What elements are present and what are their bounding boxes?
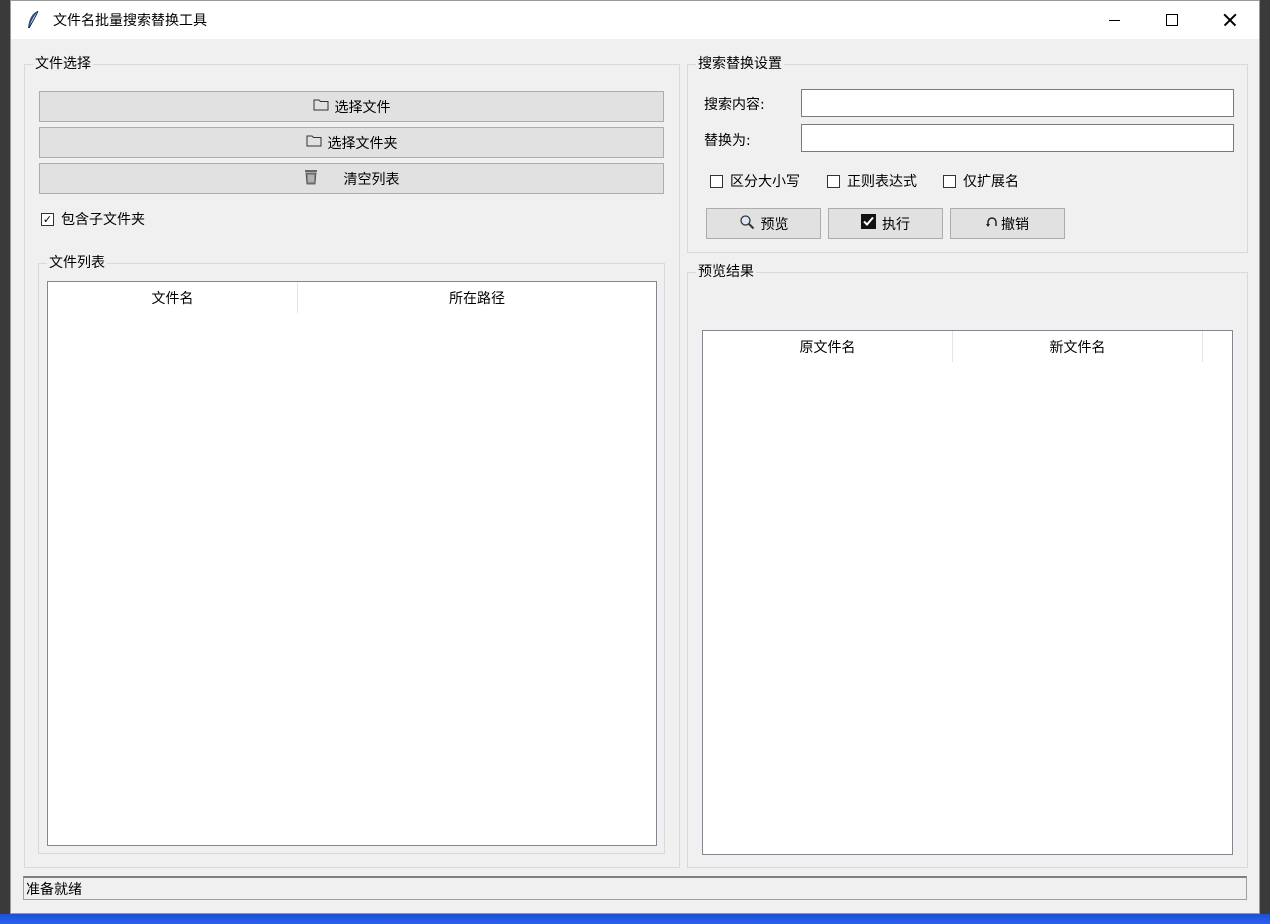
search-input[interactable] bbox=[801, 89, 1234, 117]
minimize-button[interactable] bbox=[1085, 1, 1143, 39]
include-subfolders-label: 包含子文件夹 bbox=[61, 212, 145, 228]
regex-checkbox[interactable]: 正则表达式 bbox=[827, 171, 917, 191]
include-subfolders-box[interactable]: ✓ bbox=[41, 212, 54, 226]
trash-icon bbox=[304, 169, 318, 189]
execute-label: 执行 bbox=[882, 216, 910, 233]
window-title: 文件名批量搜索替换工具 bbox=[53, 13, 207, 29]
clear-list-label: 清空列表 bbox=[343, 171, 400, 188]
feather-icon bbox=[23, 10, 43, 30]
column-header-new-name[interactable]: 新文件名 bbox=[953, 331, 1203, 362]
column-header-original-name[interactable]: 原文件名 bbox=[703, 331, 953, 362]
select-files-label: 选择文件 bbox=[334, 99, 391, 116]
window-controls bbox=[1085, 1, 1259, 39]
select-folder-button[interactable]: 选择文件夹 bbox=[39, 127, 664, 158]
folder-icon bbox=[313, 98, 329, 115]
clear-list-button[interactable]: 清空列表 bbox=[39, 163, 664, 194]
ext-only-label: 仅扩展名 bbox=[963, 174, 1019, 190]
file-list-table[interactable]: 文件名 所在路径 bbox=[47, 281, 657, 846]
preview-label: 预览 bbox=[760, 216, 789, 233]
checkmark-icon bbox=[861, 214, 876, 233]
ext-only-checkbox[interactable]: 仅扩展名 bbox=[943, 171, 1019, 191]
undo-label: 撤销 bbox=[1001, 216, 1029, 233]
taskbar bbox=[0, 914, 1270, 924]
magnifier-icon bbox=[739, 214, 755, 234]
preview-results-legend: 预览结果 bbox=[696, 263, 756, 281]
column-header-path[interactable]: 所在路径 bbox=[298, 282, 656, 313]
search-label: 搜索内容: bbox=[704, 97, 765, 113]
preview-results-table[interactable]: 原文件名 新文件名 bbox=[702, 330, 1233, 855]
file-list-header: 文件名 所在路径 bbox=[48, 282, 656, 313]
status-text: 准备就绪 bbox=[26, 881, 82, 898]
case-sensitive-checkbox[interactable]: 区分大小写 bbox=[710, 171, 800, 191]
replace-label: 替换为: bbox=[704, 133, 751, 149]
case-sensitive-label: 区分大小写 bbox=[730, 174, 800, 190]
file-selection-legend: 文件选择 bbox=[33, 55, 93, 73]
select-files-button[interactable]: 选择文件 bbox=[39, 91, 664, 122]
file-list-legend: 文件列表 bbox=[47, 254, 107, 272]
replace-input[interactable] bbox=[801, 124, 1234, 152]
column-header-filename[interactable]: 文件名 bbox=[48, 282, 298, 313]
undo-button[interactable]: 撤销 bbox=[950, 208, 1065, 239]
maximize-button[interactable] bbox=[1143, 1, 1201, 39]
status-bar: 准备就绪 bbox=[23, 876, 1247, 900]
preview-button[interactable]: 预览 bbox=[706, 208, 821, 239]
select-folder-label: 选择文件夹 bbox=[327, 135, 398, 152]
regex-box[interactable] bbox=[827, 174, 840, 188]
execute-button[interactable]: 执行 bbox=[828, 208, 943, 239]
ext-only-box[interactable] bbox=[943, 174, 956, 188]
undo-icon bbox=[986, 216, 998, 232]
folder-icon bbox=[306, 134, 322, 151]
app-window: 文件名批量搜索替换工具 文件选择 选择文件 选择文件夹 清空列表 ✓ 包含子文件… bbox=[10, 0, 1260, 914]
regex-label: 正则表达式 bbox=[847, 174, 917, 190]
maximize-icon bbox=[1166, 14, 1178, 26]
case-sensitive-box[interactable] bbox=[710, 174, 723, 188]
close-button[interactable] bbox=[1201, 1, 1259, 39]
title-bar: 文件名批量搜索替换工具 bbox=[11, 1, 1259, 39]
preview-results-header: 原文件名 新文件名 bbox=[703, 331, 1203, 362]
close-icon bbox=[1223, 13, 1237, 27]
minimize-icon bbox=[1108, 19, 1120, 21]
search-settings-legend: 搜索替换设置 bbox=[696, 55, 784, 73]
include-subfolders-checkbox[interactable]: ✓ 包含子文件夹 bbox=[41, 209, 145, 229]
